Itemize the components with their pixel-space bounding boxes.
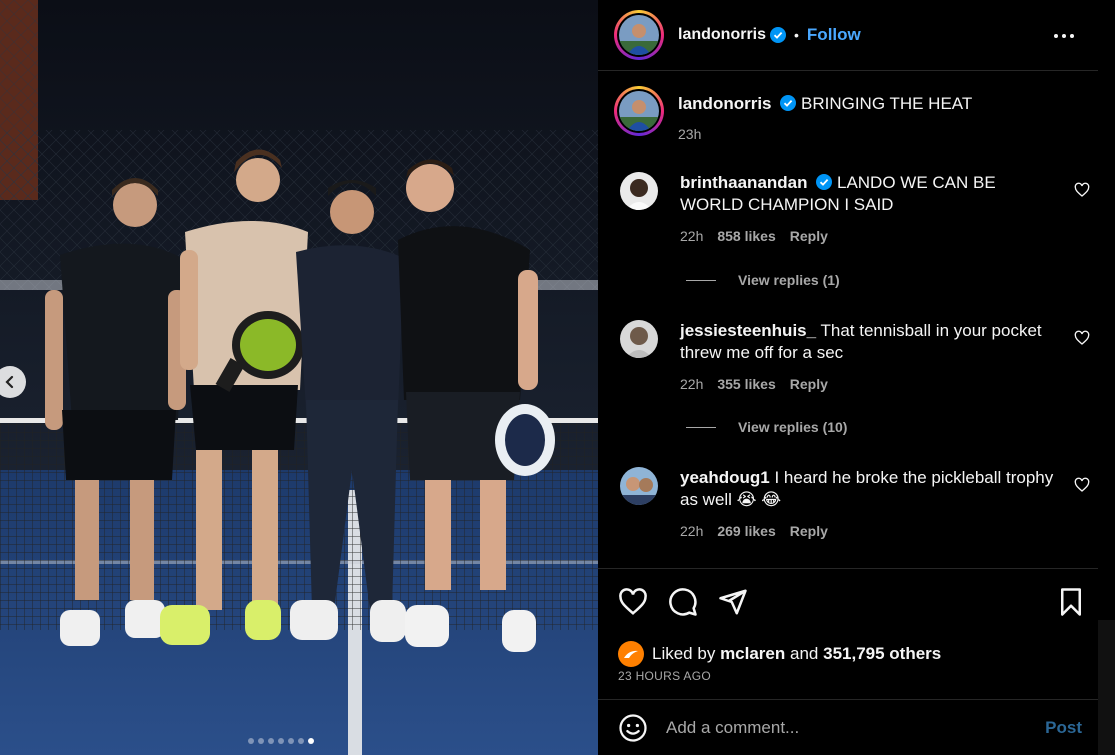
post-comment-button[interactable]: Post [1045,718,1082,738]
post-timestamp[interactable]: 23 HOURS AGO [618,669,711,683]
comment-reply-button[interactable]: Reply [790,523,828,539]
scrollbar[interactable] [1098,620,1115,755]
verified-badge-icon [816,174,833,190]
avatar-photo [620,467,658,505]
comment-likes[interactable]: 355 likes [717,376,775,392]
padel-group-photo [0,0,598,755]
carousel-indicator [248,738,314,744]
post-detail-panel: landonorris • Follow landonorris BRINGIN… [598,0,1115,755]
comment-username[interactable]: jessiesteenhuis_ [680,321,816,340]
divider-line [686,426,716,428]
mclaren-logo-icon [624,650,638,658]
view-replies-label: View replies (1) [738,272,840,288]
post-photo[interactable] [0,0,598,755]
liked-by-others[interactable]: 351,795 others [823,644,941,664]
heart-icon[interactable] [1074,477,1090,493]
comment-time: 22h [680,523,704,539]
carousel-dot [258,738,264,744]
author-username[interactable]: landonorris [678,26,766,44]
comment-username[interactable]: yeahdoug1 [680,468,770,487]
carousel-dot [298,738,304,744]
avatar-photo [619,91,659,131]
post-header: landonorris • Follow [598,0,1098,71]
add-comment-bar: Post [598,701,1098,755]
comment-time: 22h [680,376,704,392]
header-separator: • [794,27,799,43]
comment-text-block: jessiesteenhuis_ That tennisball in your… [680,320,1060,364]
avatar-photo [619,15,659,55]
avatar-photo [620,320,658,358]
comment-time: 22h [680,228,704,244]
likes-summary: Liked by mclaren and 351,795 others [618,641,941,667]
share-icon[interactable] [718,587,748,617]
follow-button[interactable]: Follow [807,25,861,45]
carousel-dot [268,738,274,744]
carousel-dot [278,738,284,744]
more-options-icon[interactable] [1052,24,1076,48]
comment-likes[interactable]: 269 likes [717,523,775,539]
comment-meta: 22h 269 likes Reply [680,523,828,539]
comment-input[interactable] [666,718,1026,738]
caption-text-block: landonorris BRINGING THE HEAT 23h [678,94,972,144]
carousel-dot [248,738,254,744]
heart-icon[interactable] [1074,182,1090,198]
author-avatar[interactable] [614,10,664,60]
comment-reply-button[interactable]: Reply [790,228,828,244]
commenter-avatar[interactable] [620,172,658,210]
commenter-avatar[interactable] [620,467,658,505]
commenter-avatar[interactable] [620,320,658,358]
divider-line [686,279,716,281]
caption-time: 23h [678,126,702,142]
like-heart-icon[interactable] [618,587,648,617]
comment-text-block: yeahdoug1 I heard he broke the picklebal… [680,467,1060,511]
caption-text: BRINGING THE HEAT [800,94,973,113]
bookmark-icon[interactable] [1056,587,1086,617]
verified-badge-icon [780,95,797,111]
liked-by-prefix: Liked by [652,644,716,663]
liked-by-middle: and [790,644,819,663]
view-replies-button[interactable]: View replies (10) [686,419,847,435]
carousel-dot [308,738,314,744]
view-replies-label: View replies (10) [738,419,848,435]
chevron-left-icon [5,375,14,389]
view-replies-button[interactable]: View replies (1) [686,272,840,288]
carousel-dot [288,738,294,744]
heart-icon[interactable] [1074,330,1090,346]
comment-icon[interactable] [668,587,698,617]
post-caption: landonorris BRINGING THE HEAT 23h [614,86,972,144]
caption-author-avatar[interactable] [614,86,664,136]
post-actions: Liked by mclaren and 351,795 others 23 H… [598,568,1098,700]
emoji-icon[interactable] [618,713,648,743]
comment-meta: 22h 355 likes Reply [680,376,828,392]
avatar-photo [620,172,658,210]
comment-meta: 22h 858 likes Reply [680,228,828,244]
caption-username[interactable]: landonorris [678,94,772,113]
liked-by-user[interactable]: mclaren [720,644,785,664]
comment-reply-button[interactable]: Reply [790,376,828,392]
comment-likes[interactable]: 858 likes [717,228,775,244]
mclaren-avatar[interactable] [618,641,644,667]
verified-badge-icon [770,27,787,43]
comment-username[interactable]: brinthaanandan [680,173,808,192]
comment-text-block: brinthaanandan LANDO WE CAN BE WORLD CHA… [680,172,1060,216]
